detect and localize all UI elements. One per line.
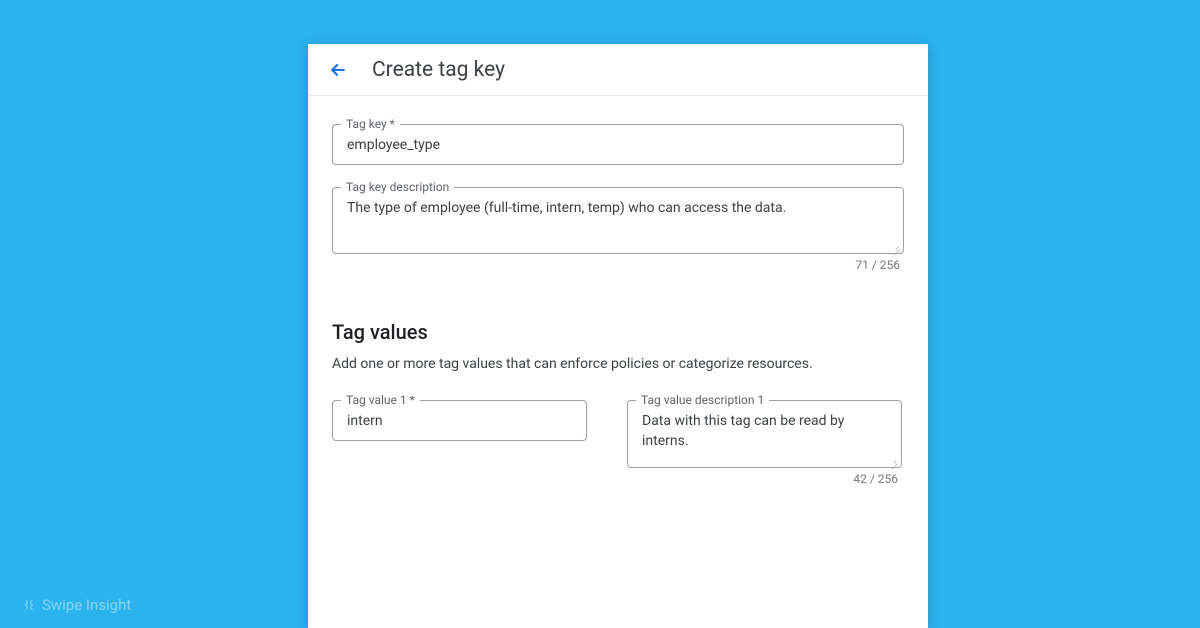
- watermark-text: Swipe Insight: [42, 596, 131, 614]
- tag-value-desc-1-counter: 42 / 256: [627, 472, 902, 486]
- tag-value-row-1: Tag value 1 * Tag value description 1 Da…: [332, 400, 904, 485]
- page-title: Create tag key: [372, 58, 505, 82]
- tag-value-desc-1-textarea[interactable]: Data with this tag can be read by intern…: [628, 401, 901, 462]
- tag-value-1-input[interactable]: [333, 401, 586, 440]
- swipe-insight-logo-icon: [22, 598, 36, 612]
- tag-value-1-outline: Tag value 1 *: [332, 400, 587, 441]
- tag-key-field-group: Tag key *: [332, 124, 904, 165]
- panel-header: Create tag key: [308, 44, 928, 96]
- panel-body: Tag key * Tag key description The type o…: [308, 96, 928, 496]
- tag-values-section-subtitle: Add one or more tag values that can enfo…: [332, 354, 904, 374]
- tag-key-desc-outline: Tag key description The type of employee…: [332, 187, 904, 254]
- tag-key-field-outline: Tag key *: [332, 124, 904, 165]
- tag-key-input[interactable]: [333, 125, 903, 164]
- tag-key-desc-textarea[interactable]: The type of employee (full-time, intern,…: [333, 188, 903, 249]
- back-arrow-icon[interactable]: [326, 58, 350, 82]
- tag-key-desc-field-group: Tag key description The type of employee…: [332, 187, 904, 272]
- tag-value-desc-1-outline: Tag value description 1 Data with this t…: [627, 400, 902, 467]
- create-tag-panel: Create tag key Tag key * Tag key descrip…: [308, 44, 928, 628]
- tag-key-desc-counter: 71 / 256: [332, 258, 904, 272]
- tag-values-section-title: Tag values: [332, 320, 904, 344]
- watermark: Swipe Insight: [22, 596, 131, 614]
